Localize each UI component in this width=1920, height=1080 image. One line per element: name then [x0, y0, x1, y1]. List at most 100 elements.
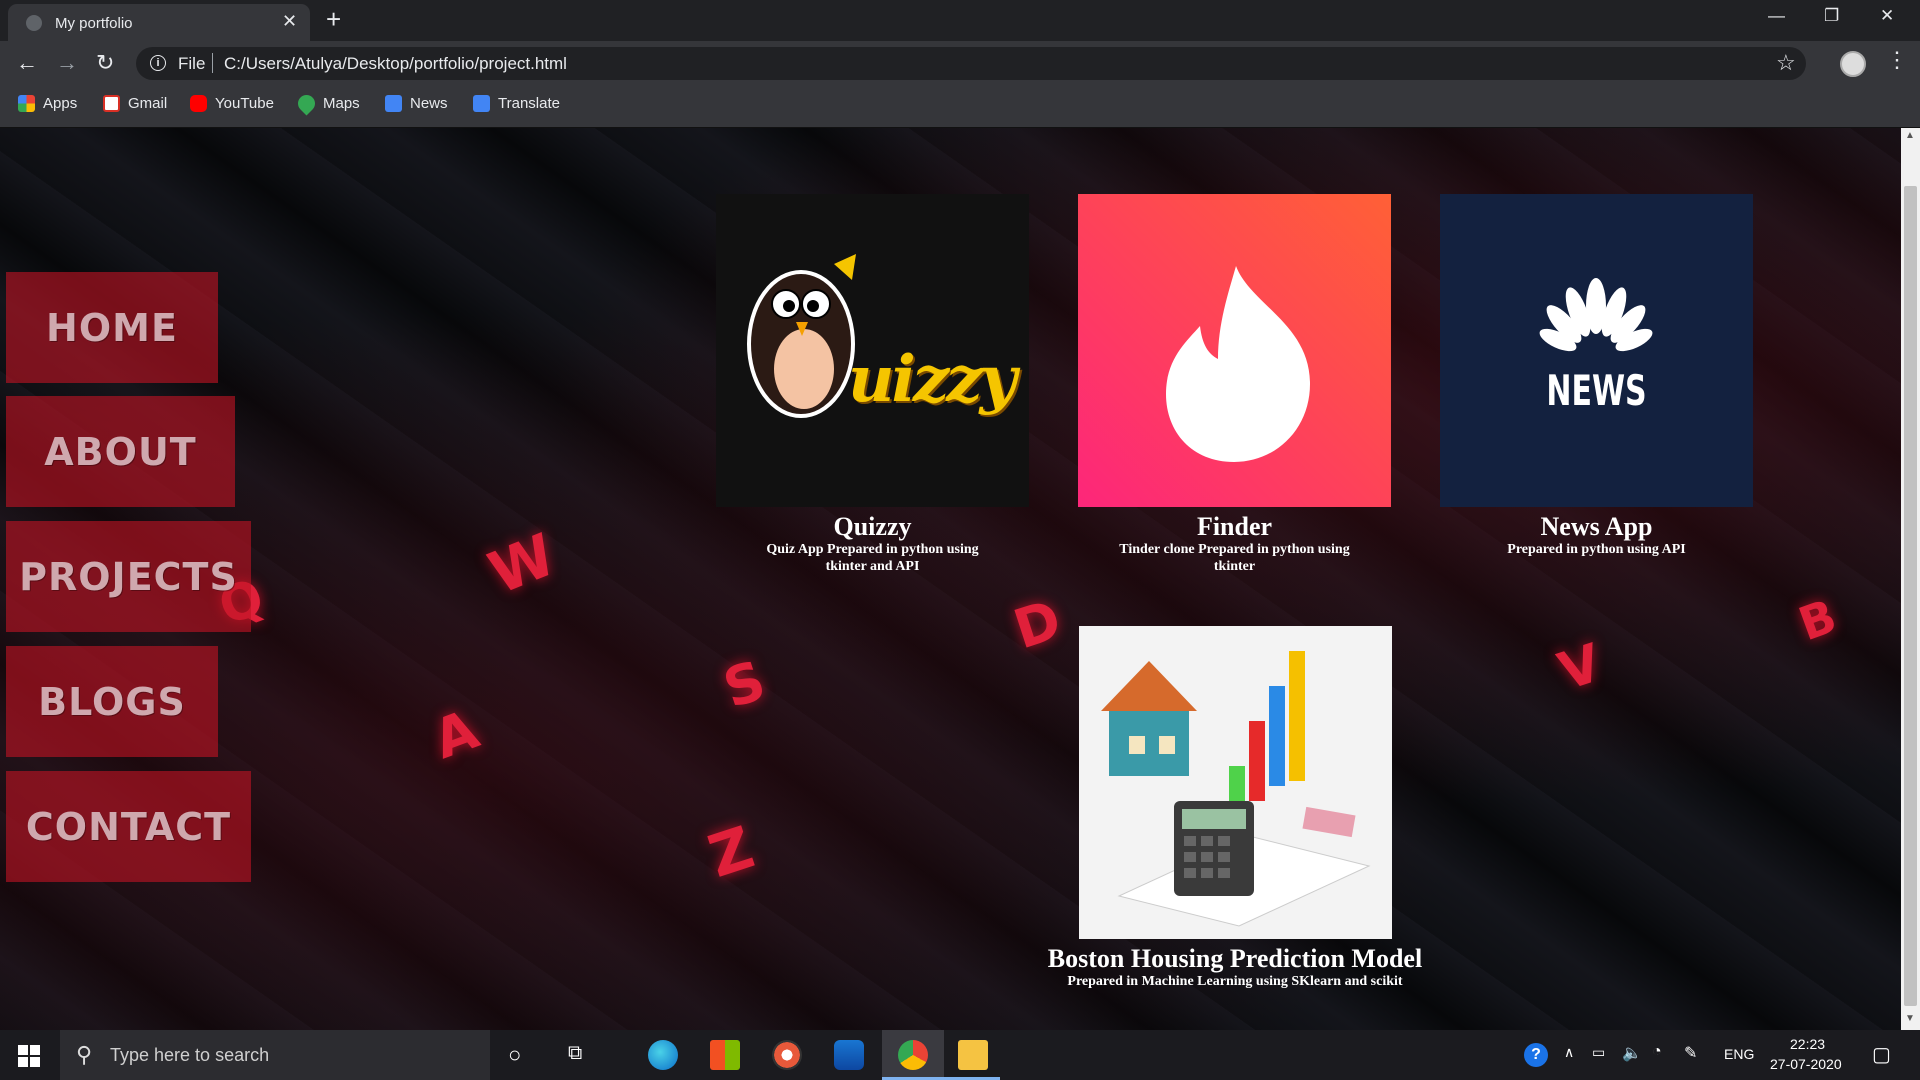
bg-key-letter: A: [425, 697, 487, 772]
bookmark-label: Maps: [323, 95, 360, 112]
browser-tab-strip: My portfolio ✕ + — ❐ ✕: [0, 0, 1920, 41]
battery-icon[interactable]: ▭: [1592, 1044, 1605, 1061]
housing-chart-illustration[interactable]: [1078, 626, 1392, 939]
flame-icon: [1166, 266, 1310, 462]
news-logo[interactable]: NEWS: [1440, 194, 1753, 507]
project-description: Tinder clone Prepared in python using tk…: [1119, 542, 1350, 574]
project-card-quizzy[interactable]: uizzy Quizzy Quiz App Prepared in python…: [716, 194, 1029, 575]
bookmark-gmail[interactable]: Gmail: [103, 95, 167, 112]
windows-start-icon[interactable]: [18, 1045, 40, 1067]
url-scheme-label: File: [178, 54, 206, 73]
news-wordmark: NEWS: [1546, 367, 1647, 416]
nav-contact[interactable]: CONTACT: [6, 771, 251, 882]
project-card-news-app[interactable]: NEWS News App Prepared in python using A…: [1440, 194, 1753, 558]
news-icon: [385, 95, 402, 112]
bookmark-label: Gmail: [128, 95, 168, 112]
bookmark-label: Translate: [498, 95, 560, 112]
bookmark-apps[interactable]: Apps: [18, 95, 77, 112]
bookmark-youtube[interactable]: YouTube: [190, 95, 274, 112]
bg-key-letter: S: [716, 648, 773, 721]
project-description: Quiz App Prepared in python using tkinte…: [766, 542, 979, 574]
page-scrollbar[interactable]: ▲ ▼: [1901, 128, 1920, 1030]
new-tab-button[interactable]: +: [326, 4, 341, 35]
file-explorer-icon[interactable]: [958, 1040, 988, 1070]
notifications-icon[interactable]: ▢: [1872, 1042, 1891, 1067]
finder-logo[interactable]: [1078, 194, 1391, 507]
taskbar-search-box[interactable]: ⚲ Type here to search: [60, 1030, 490, 1080]
scroll-down-arrow-icon[interactable]: ▼: [1905, 1013, 1915, 1024]
nav-blogs[interactable]: BLOGS: [6, 646, 218, 757]
minimize-button[interactable]: —: [1768, 6, 1785, 26]
bg-key-letter: B: [1791, 588, 1844, 652]
cortana-icon[interactable]: ○: [508, 1042, 521, 1068]
bg-key-letter: V: [1551, 633, 1609, 703]
quizzy-logo[interactable]: uizzy: [716, 194, 1029, 507]
wifi-icon[interactable]: ◔: [1652, 1043, 1662, 1061]
youtube-icon: [190, 95, 207, 112]
volume-icon[interactable]: 🔈: [1622, 1043, 1642, 1063]
peacock-icon: [1539, 278, 1653, 352]
bookmark-news[interactable]: News: [385, 95, 448, 112]
project-description: Prepared in Machine Learning using SKlea…: [1067, 974, 1403, 989]
task-view-icon[interactable]: ⧉: [568, 1042, 582, 1065]
windows-taskbar: ⚲ Type here to search ○ ⧉ ? ∧ ▭ 🔈 ◔ ✎ EN…: [0, 1030, 1920, 1080]
bg-key-letter: W: [479, 520, 565, 608]
translate-icon: [473, 95, 490, 112]
edge-icon[interactable]: [648, 1040, 678, 1070]
project-card-boston-housing[interactable]: Boston Housing Prediction Model Prepared…: [1030, 626, 1440, 990]
url-text[interactable]: C:/Users/Atulya/Desktop/portfolio/projec…: [224, 54, 567, 74]
chrome-icon: [898, 1040, 928, 1070]
bookmark-label: Apps: [43, 95, 78, 112]
bookmark-maps[interactable]: Maps: [294, 91, 360, 116]
nav-projects[interactable]: PROJECTS: [6, 521, 251, 632]
chrome-taskbar-active[interactable]: [882, 1030, 944, 1080]
search-placeholder: Type here to search: [110, 1045, 270, 1065]
bookmark-label: News: [410, 95, 448, 112]
close-window-button[interactable]: ✕: [1880, 6, 1894, 26]
project-title: News App: [1540, 512, 1653, 541]
tray-chevron-up-icon[interactable]: ∧: [1564, 1044, 1574, 1061]
mail-icon[interactable]: [834, 1040, 864, 1070]
page-favicon-icon: [26, 15, 42, 31]
clock-time[interactable]: 22:23: [1790, 1036, 1825, 1052]
search-icon: ⚲: [76, 1042, 93, 1067]
page-viewport: W Q S D A Z V B HOME ABOUT PROJECTS BLOG…: [0, 128, 1901, 1030]
scroll-up-arrow-icon[interactable]: ▲: [1905, 130, 1915, 141]
pen-icon[interactable]: ✎: [1684, 1043, 1697, 1063]
back-button[interactable]: ←: [16, 50, 38, 76]
help-icon[interactable]: ?: [1524, 1043, 1548, 1067]
bookmarks-bar: Apps Gmail YouTube Maps News Translate: [0, 85, 1920, 129]
tab-title: My portfolio: [55, 15, 133, 32]
house-calculator-icon: [1100, 651, 1370, 927]
language-indicator[interactable]: ENG: [1724, 1046, 1754, 1062]
maps-pin-icon: [294, 91, 319, 116]
project-description: Prepared in python using API: [1507, 542, 1686, 557]
address-bar[interactable]: i File C:/Users/Atulya/Desktop/portfolio…: [136, 47, 1806, 80]
clock-date[interactable]: 27-07-2020: [1770, 1056, 1842, 1072]
bookmark-label: YouTube: [215, 95, 274, 112]
apps-grid-icon: [18, 95, 35, 112]
project-title: Boston Housing Prediction Model: [1047, 944, 1423, 973]
project-card-finder[interactable]: Finder Tinder clone Prepared in python u…: [1078, 194, 1391, 575]
project-title: Finder: [1196, 512, 1273, 541]
tab-close-icon[interactable]: ✕: [282, 11, 297, 32]
media-player-icon[interactable]: [772, 1040, 802, 1070]
chrome-menu-icon[interactable]: ⋮: [1886, 49, 1908, 71]
quizzy-wordmark: uizzy: [848, 342, 1017, 417]
profile-avatar[interactable]: [1840, 51, 1866, 77]
forward-button[interactable]: →: [56, 50, 78, 76]
scrollbar-thumb[interactable]: [1904, 186, 1917, 1006]
bg-key-letter: Z: [700, 813, 762, 891]
reload-button[interactable]: ↻: [96, 50, 114, 76]
project-title: Quizzy: [833, 512, 912, 541]
bookmark-translate[interactable]: Translate: [473, 95, 560, 112]
restore-button[interactable]: ❐: [1824, 6, 1839, 26]
nav-home[interactable]: HOME: [6, 272, 218, 383]
omnibox-separator: [212, 53, 213, 73]
store-icon[interactable]: [710, 1040, 740, 1070]
site-info-icon[interactable]: i: [150, 55, 166, 71]
nav-about[interactable]: ABOUT: [6, 396, 235, 507]
browser-toolbar: ← → ↻ i File C:/Users/Atulya/Desktop/por…: [0, 41, 1920, 85]
browser-tab[interactable]: My portfolio ✕: [8, 4, 310, 41]
bookmark-star-icon[interactable]: ☆: [1776, 50, 1796, 76]
